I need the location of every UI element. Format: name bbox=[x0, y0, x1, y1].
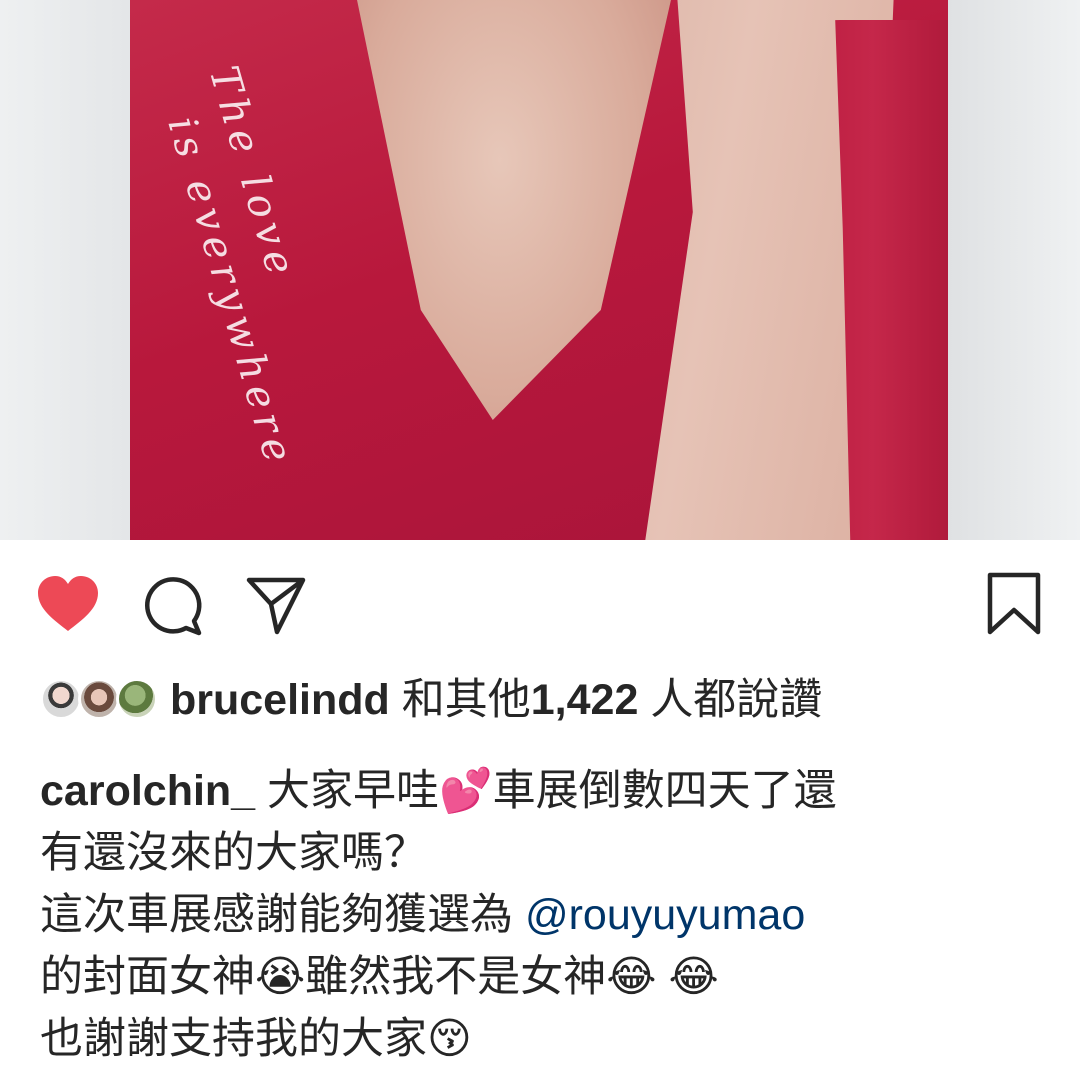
bookmark-icon bbox=[986, 572, 1042, 636]
caption-text: 也謝謝支持我的大家 bbox=[40, 1015, 427, 1063]
photo-poster: The love is everywhere bbox=[130, 0, 948, 540]
laughing-tears-emoji: 😂 bbox=[668, 952, 719, 1002]
likes-text: brucelindd 和其他1,422 人都說讚 bbox=[170, 668, 822, 732]
caption-text: 有還沒來的大家嗎？ bbox=[40, 829, 427, 877]
avatar bbox=[78, 678, 120, 720]
photo-background-right bbox=[948, 0, 1080, 540]
caption-line: 這次車展感謝能夠獲選為 @rouyuyumao bbox=[40, 884, 1050, 946]
avatar bbox=[40, 678, 82, 720]
caption-text: 的封面女神 bbox=[40, 953, 255, 1001]
caption-text: 車展倒數四天了還 bbox=[492, 767, 837, 815]
likes-count[interactable]: 1,422 bbox=[531, 676, 639, 724]
likes-text-before: 和其他 bbox=[401, 676, 531, 724]
avatar bbox=[116, 678, 158, 720]
likes-summary[interactable]: brucelindd 和其他1,422 人都說讚 bbox=[40, 668, 1040, 732]
photo-background-left bbox=[0, 0, 130, 540]
comment-bubble-icon bbox=[142, 575, 204, 637]
like-button[interactable] bbox=[36, 575, 100, 633]
liker-avatars bbox=[40, 676, 158, 724]
first-liker-username[interactable]: brucelindd bbox=[170, 676, 390, 724]
caption-line: 也謝謝支持我的大家😚 bbox=[40, 1008, 1050, 1070]
caption-text: 大家早哇 bbox=[267, 767, 440, 815]
photo-overlay-script: The love is everywhere bbox=[148, 61, 305, 473]
paper-plane-icon bbox=[245, 574, 307, 636]
laughing-tears-emoji: 😂 bbox=[606, 952, 657, 1002]
caption-username[interactable]: carolchin_ bbox=[40, 767, 255, 815]
caption-text: 這次車展感謝能夠獲選為 bbox=[40, 891, 525, 939]
caption-line: 的封面女神😭雖然我不是女神😂 😂 bbox=[40, 946, 1050, 1008]
caption-mention-link[interactable]: @rouyuyumao bbox=[525, 891, 805, 939]
photo-figure-torso bbox=[348, 0, 680, 420]
crying-face-emoji: 😭 bbox=[255, 952, 306, 1002]
caption-text: 雖然我不是女神 bbox=[305, 953, 607, 1001]
post-photo[interactable]: The love is everywhere bbox=[0, 0, 1080, 540]
caption-line: 有還沒來的大家嗎？ bbox=[40, 822, 1050, 884]
kissing-face-emoji: 😚 bbox=[427, 1014, 472, 1064]
post-caption: carolchin_ 大家早哇💕車展倒數四天了還 有還沒來的大家嗎？ 這次車展感… bbox=[40, 760, 1050, 1070]
comment-button[interactable] bbox=[142, 575, 204, 637]
likes-text-after: 人都說讚 bbox=[650, 676, 823, 724]
two-hearts-emoji: 💕 bbox=[439, 766, 493, 816]
caption-line: carolchin_ 大家早哇💕車展倒數四天了還 bbox=[40, 760, 1050, 822]
save-button[interactable] bbox=[986, 572, 1042, 636]
share-button[interactable] bbox=[245, 574, 307, 636]
heart-filled-icon bbox=[36, 575, 100, 633]
